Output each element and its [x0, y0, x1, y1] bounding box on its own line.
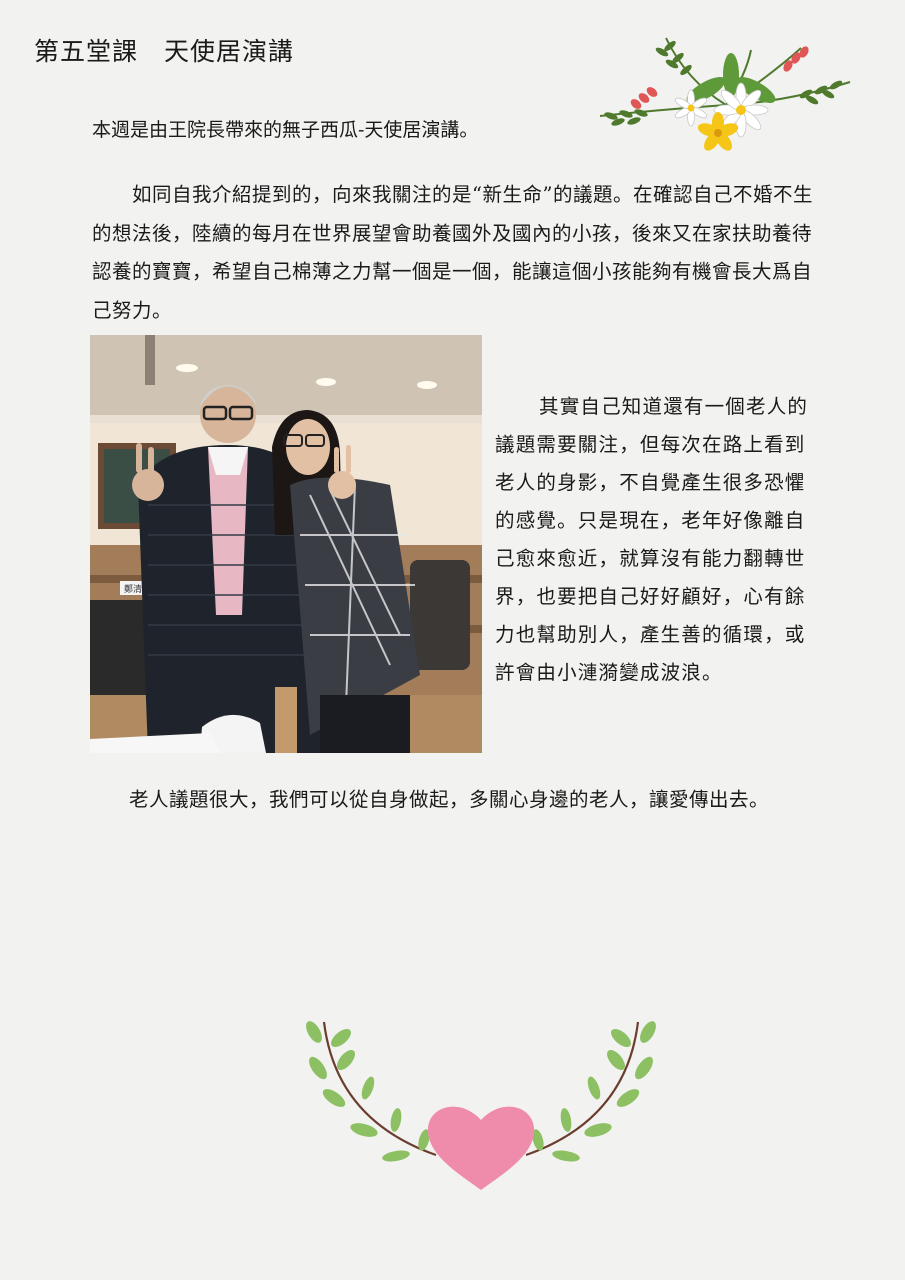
- nameplate-text: 鄭清: [124, 583, 142, 595]
- event-photo: 鄭清: [90, 335, 482, 753]
- closing-paragraph: 老人議題很大，我們可以從自身做起，多關心身邊的老人，讓愛傳出去。: [129, 788, 770, 811]
- flower-bouquet-icon: [599, 37, 851, 151]
- new-life-paragraph: 如同自我介紹提到的，向來我關注的是“新生命”的議題。在確認自己不婚不生的想法後，…: [92, 183, 813, 322]
- heart-laurel-icon: [306, 1021, 656, 1190]
- elderly-paragraph: 其實自己知道還有一個老人的議題需要關注，但每次在路上看到老人的身影，不自覺產生很…: [495, 395, 809, 684]
- page-title: 第五堂課 天使居演講: [34, 37, 295, 66]
- intro-paragraph: 本週是由王院長帶來的無子西瓜-天使居演講。: [92, 119, 479, 141]
